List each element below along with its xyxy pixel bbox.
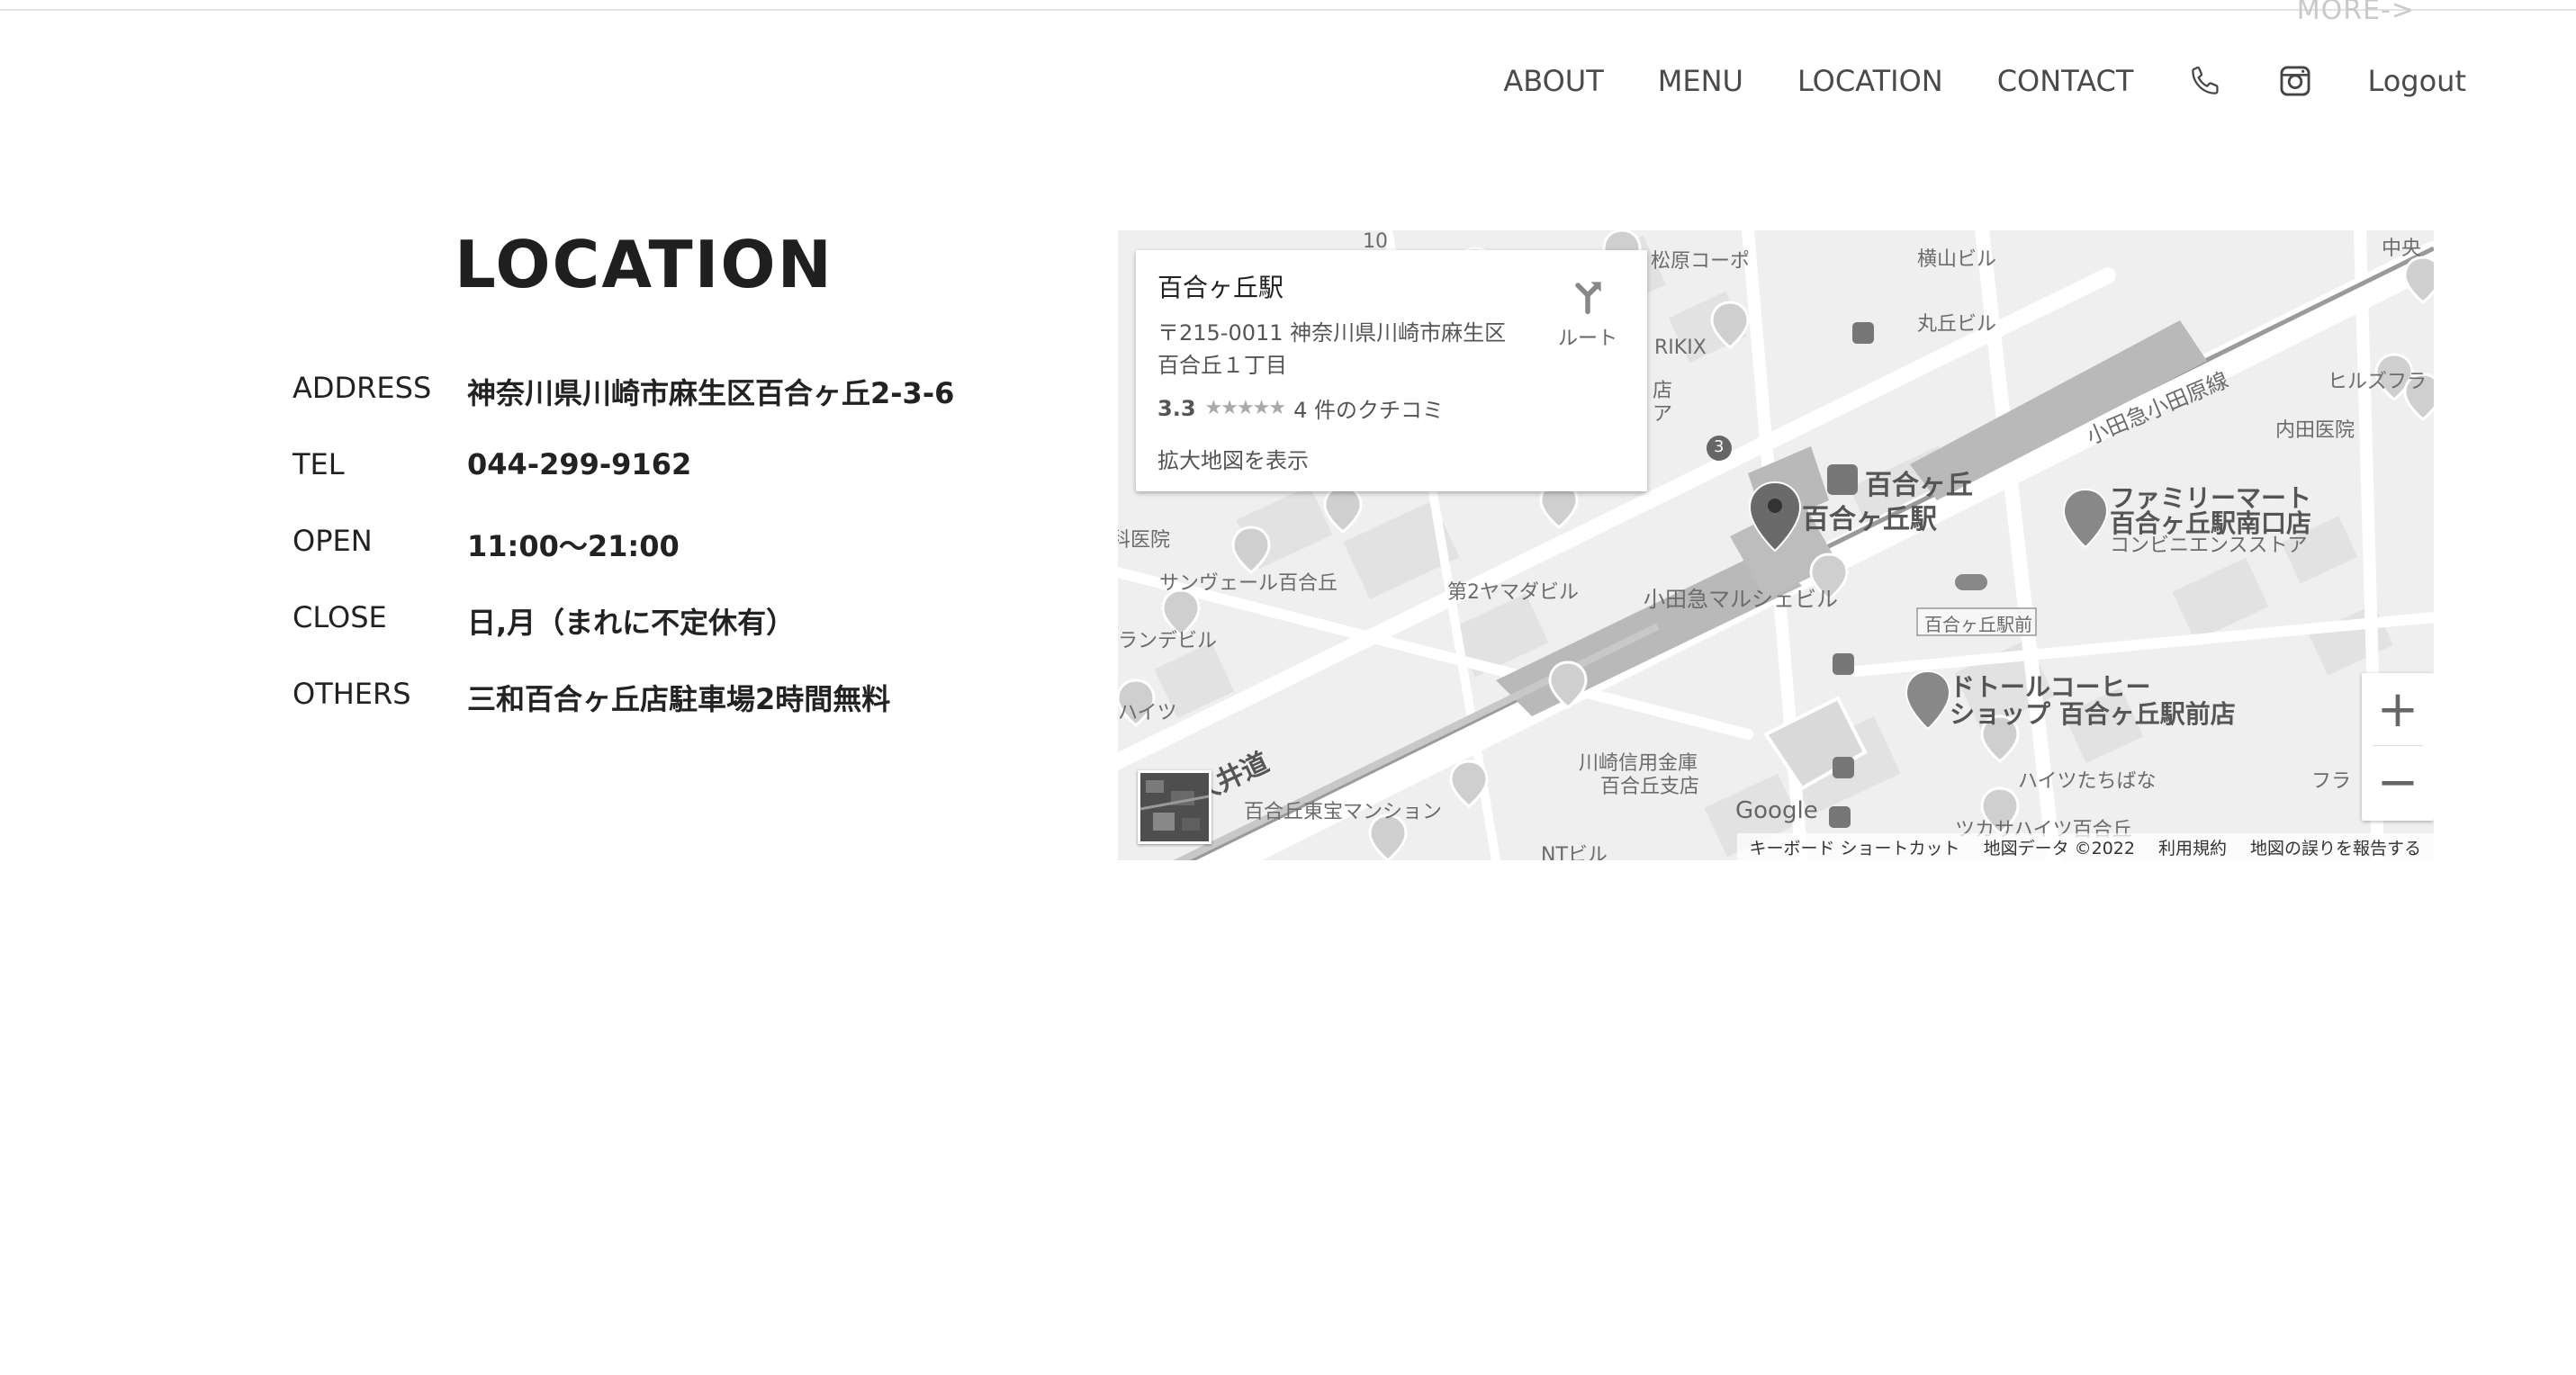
report-error-link[interactable]: 地図の誤りを報告する [2250, 835, 2421, 859]
top-divider [0, 0, 2576, 11]
page-title: LOCATION [455, 227, 833, 302]
info-row-close: CLOSE 日,月（まれに不定休有） [293, 600, 954, 677]
info-value: 神奈川県川崎市麻生区百合ヶ丘2-3-6 [467, 376, 955, 410]
info-label: CLOSE [293, 600, 387, 634]
zoom-out-button[interactable]: − [2362, 746, 2434, 818]
info-value: 11:00〜21:00 [467, 529, 680, 563]
map-label: ア [1653, 403, 1673, 426]
expand-map-link[interactable]: 拡大地図を表示 [1157, 443, 1309, 474]
info-label: ADDRESS [293, 371, 432, 405]
map-label: 百合丘支店 [1600, 776, 1700, 798]
info-label: OTHERS [293, 677, 411, 711]
map-label: 小田急マルシェビル [1644, 587, 1838, 612]
satellite-toggle[interactable] [1138, 770, 1211, 844]
route-label: ルート [1557, 328, 1617, 350]
map-label: フラ [2311, 770, 2352, 793]
info-row-address: ADDRESS 神奈川県川崎市麻生区百合ヶ丘2-3-6 [293, 371, 954, 447]
map-label: 百合丘東宝マンション [1244, 801, 1443, 823]
map-label: ハイツ [1118, 702, 1177, 724]
map-label: ヒルズフラ [2328, 371, 2427, 393]
map-label: 3 [1714, 437, 1725, 456]
nav-menu[interactable]: MENU [1658, 64, 1743, 98]
info-value: 三和百合ヶ丘店駐車場2時間無料 [467, 682, 891, 716]
directions-icon [1575, 282, 1601, 315]
map-label: 歯科医院 [1118, 529, 1171, 552]
keyboard-shortcuts-link[interactable]: キーボード ショートカット [1750, 835, 1960, 859]
map-label: NTビル [1541, 844, 1608, 860]
nav-location[interactable]: LOCATION [1797, 64, 1943, 98]
map-label: 丸丘ビル [1917, 313, 1997, 336]
map-label: 第2ヤマダビル [1447, 581, 1579, 604]
map-label: 百合ヶ丘駅 [1802, 504, 1937, 535]
route-button[interactable]: ルート [1543, 275, 1633, 351]
map-label: ハイツたちばな [2018, 770, 2157, 793]
map-label: 中央 [2382, 238, 2422, 260]
place-info-card: 百合ヶ丘駅 〒215-0011 神奈川県川崎市麻生区百合丘１丁目 3.3 ★★★… [1136, 250, 1647, 491]
map-label: ショップ 百合ヶ丘駅前店 [1950, 699, 2236, 729]
info-label: OPEN [293, 524, 373, 558]
zoom-in-button[interactable]: + [2362, 673, 2434, 745]
map-attribution: キーボード ショートカット 地図データ ©2022 利用規約 地図の誤りを報告す… [1736, 833, 2434, 860]
instagram-icon[interactable] [2277, 63, 2313, 99]
google-map[interactable]: 百合ヶ丘駅 百合ヶ丘 小田急小田原線 ファミリーマート 百合ヶ丘駅南口店 コンビ… [1118, 230, 2434, 860]
google-logo: Google [1735, 797, 1818, 824]
map-label: 百合ヶ丘 [1865, 470, 1973, 501]
info-row-open: OPEN 11:00〜21:00 [293, 524, 954, 600]
nav-logout[interactable]: Logout [2367, 64, 2466, 98]
phone-icon[interactable] [2187, 63, 2223, 99]
info-value: 日,月（まれに不定休有） [467, 606, 796, 640]
map-label: コンビニエンスストア [2110, 535, 2308, 557]
place-title: 百合ヶ丘駅 [1157, 273, 1284, 302]
map-label: RIKIX [1654, 337, 1707, 359]
rating-value: 3.3 [1157, 395, 1196, 421]
nav-contact[interactable]: CONTACT [1997, 64, 2134, 98]
map-label: 百合ヶ丘駅前 [1924, 614, 2032, 635]
map-label: 内田医院 [2275, 419, 2355, 442]
location-info: ADDRESS 神奈川県川崎市麻生区百合ヶ丘2-3-6 TEL 044-299-… [293, 371, 954, 753]
zoom-control: + − [2362, 673, 2434, 821]
place-address: 〒215-0011 神奈川県川崎市麻生区百合丘１丁目 [1157, 320, 1507, 378]
place-rating: 3.3 ★★★★★ 4 件のクチコミ [1157, 392, 1444, 424]
map-data-text: 地図データ ©2022 [1983, 838, 2135, 858]
map-label: サンヴェール百合丘 [1159, 572, 1338, 595]
map-label: 横山ビル [1917, 248, 1997, 271]
info-label: TEL [293, 447, 345, 481]
nav-about[interactable]: ABOUT [1503, 64, 1603, 98]
info-row-others: OTHERS 三和百合ヶ丘店駐車場2時間無料 [293, 677, 954, 753]
satellite-thumbnail [1140, 773, 1209, 841]
info-row-tel: TEL 044-299-9162 [293, 447, 954, 524]
terms-link[interactable]: 利用規約 [2158, 835, 2227, 859]
info-value: 044-299-9162 [467, 447, 692, 481]
more-link[interactable]: MORE-> [2297, 0, 2415, 26]
rating-stars: ★★★★★ [1204, 397, 1287, 419]
map-label: ランデビル [1118, 630, 1218, 652]
reviews-link[interactable]: 4 件のクチコミ [1293, 392, 1444, 424]
main-nav: ABOUT MENU LOCATION CONTACT Logout [1503, 63, 2466, 99]
map-label: 松原コーポ [1651, 250, 1751, 273]
